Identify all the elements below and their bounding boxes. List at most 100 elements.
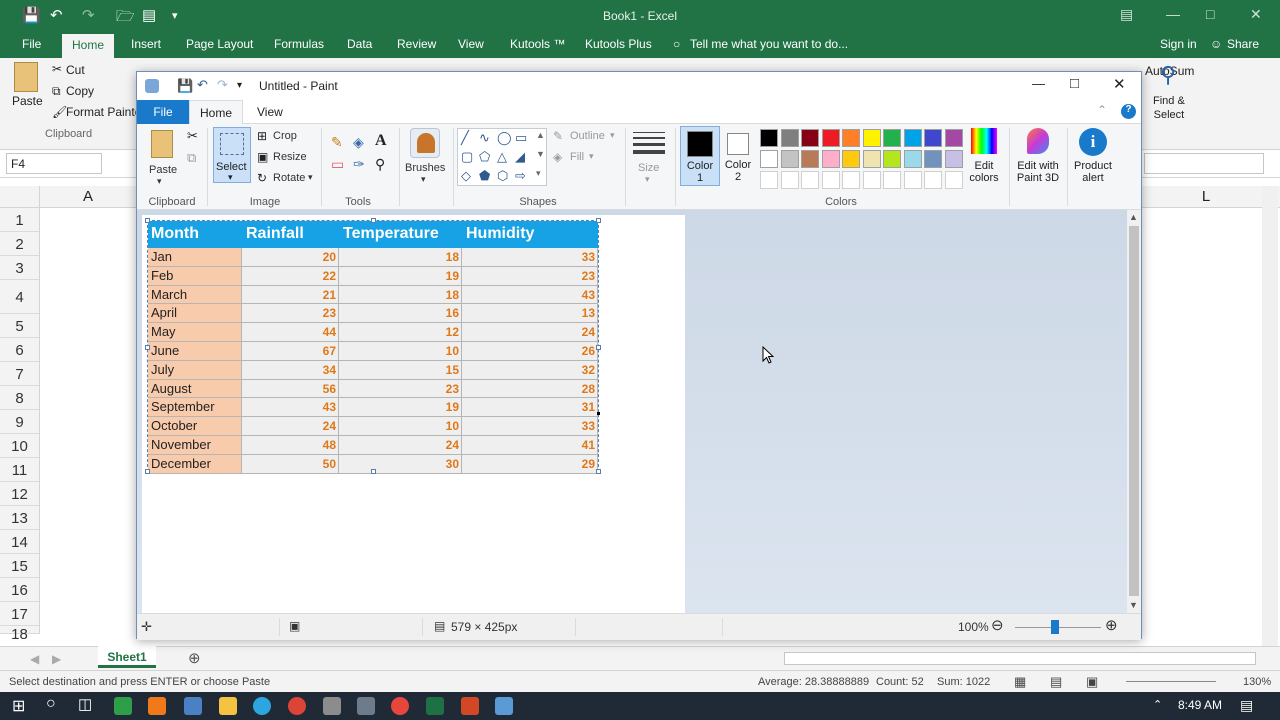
palette-swatch[interactable] bbox=[862, 150, 881, 168]
palette-swatch[interactable] bbox=[944, 129, 963, 147]
normal-view-icon[interactable]: ▦ bbox=[1014, 674, 1026, 690]
excel-taskbar-icon[interactable] bbox=[426, 697, 444, 715]
size-button[interactable]: Size bbox=[638, 162, 659, 174]
row-header[interactable]: 10 bbox=[0, 434, 40, 458]
row-header[interactable]: 9 bbox=[0, 410, 40, 434]
app-icon[interactable] bbox=[323, 697, 341, 715]
selection-handle[interactable] bbox=[596, 345, 601, 350]
chrome-icon[interactable] bbox=[288, 697, 306, 715]
custom-color-slot[interactable] bbox=[801, 171, 819, 189]
shapes-scroll-down-icon[interactable]: ▼ bbox=[536, 149, 545, 159]
custom-color-slot[interactable] bbox=[862, 171, 881, 189]
select-button[interactable]: Select ▾ bbox=[213, 127, 251, 183]
shapes-more-icon[interactable]: ▾ bbox=[536, 168, 541, 179]
scroll-up-icon[interactable]: ▲ bbox=[1129, 212, 1138, 222]
palette-swatch[interactable] bbox=[821, 150, 840, 168]
palette-swatch[interactable] bbox=[801, 129, 819, 147]
custom-color-slot[interactable] bbox=[883, 171, 901, 189]
fill-button[interactable]: Fill bbox=[570, 151, 584, 163]
custom-color-slot[interactable] bbox=[780, 171, 799, 189]
edit-colors-button[interactable]: Edit colors bbox=[963, 160, 1005, 184]
scroll-thumb[interactable] bbox=[1129, 226, 1139, 596]
row-header[interactable]: 5 bbox=[0, 314, 40, 338]
tray-chevron-icon[interactable]: ⌃ bbox=[1153, 698, 1162, 711]
tab-data[interactable]: Data bbox=[347, 37, 372, 51]
powerpoint-icon[interactable] bbox=[461, 697, 479, 715]
paint-undo-icon[interactable]: ↶ bbox=[197, 77, 208, 93]
edit-with-paint3d-button[interactable]: Edit with Paint 3D bbox=[1013, 160, 1063, 184]
tell-me-box[interactable]: Tell me what you want to do... bbox=[690, 37, 848, 51]
paint-taskbar-icon[interactable] bbox=[495, 697, 513, 715]
selection-handle[interactable] bbox=[145, 218, 150, 223]
palette-swatch[interactable] bbox=[760, 150, 778, 168]
palette-swatch[interactable] bbox=[780, 129, 799, 147]
shapes-scroll-up-icon[interactable]: ▲ bbox=[536, 130, 545, 140]
notepad-icon[interactable] bbox=[184, 697, 202, 715]
palette-swatch[interactable] bbox=[883, 129, 901, 147]
pasted-table-selection[interactable]: Month Rainfall Temperature Humidity Jan 2… bbox=[145, 218, 601, 474]
custom-color-slot[interactable] bbox=[924, 171, 942, 189]
row-header[interactable]: 8 bbox=[0, 386, 40, 410]
find-select-button[interactable]: Find & Select bbox=[1153, 94, 1185, 122]
chrome-2-icon[interactable] bbox=[391, 697, 409, 715]
palette-swatch[interactable] bbox=[883, 150, 901, 168]
eraser-icon[interactable]: ▭ bbox=[331, 156, 344, 173]
share-button[interactable]: Share bbox=[1227, 37, 1259, 51]
palette-swatch[interactable] bbox=[760, 129, 778, 147]
taskbar-time[interactable]: 8:49 AM bbox=[1178, 698, 1222, 712]
excel-zoom-level[interactable]: 130% bbox=[1243, 676, 1271, 688]
outline-button[interactable]: Outline bbox=[570, 130, 605, 142]
palette-swatch[interactable] bbox=[801, 150, 819, 168]
excel-zoom-slider[interactable] bbox=[1126, 681, 1216, 682]
row-header[interactable]: 7 bbox=[0, 362, 40, 386]
paint-maximize-icon[interactable]: □ bbox=[1070, 75, 1079, 92]
sheet-tab-sheet1[interactable]: Sheet1 bbox=[98, 646, 156, 668]
shapes-gallery[interactable]: ╱ ∿ ◯ ▭ ▢ ⬠ △ ◢ ◇ ⬟ ⬡ ⇨ ▲ ▼ ▾ bbox=[457, 128, 547, 186]
arrow-shape-icon[interactable]: ⇨ bbox=[515, 168, 526, 184]
row-header[interactable]: 1 bbox=[0, 208, 40, 232]
excel-paste-button[interactable]: Paste bbox=[12, 94, 43, 108]
pentagon-shape-icon[interactable]: ⬟ bbox=[479, 168, 490, 184]
prev-sheet-icon[interactable]: ◀ bbox=[30, 652, 39, 666]
column-header-l[interactable]: L bbox=[1142, 188, 1270, 205]
paint-close-icon[interactable]: ✕ bbox=[1113, 75, 1126, 93]
row-header[interactable]: 18 bbox=[0, 626, 40, 643]
horizontal-scrollbar[interactable] bbox=[784, 652, 1256, 665]
paint-qat-dropdown-icon[interactable]: ▾ bbox=[237, 80, 242, 91]
palette-swatch[interactable] bbox=[842, 129, 860, 147]
tab-insert[interactable]: Insert bbox=[131, 37, 161, 51]
paste-dropdown-icon[interactable]: ▾ bbox=[157, 176, 162, 187]
selection-handle[interactable] bbox=[596, 218, 601, 223]
custom-color-slot[interactable] bbox=[760, 171, 778, 189]
paint-tab-home[interactable]: Home bbox=[189, 100, 243, 125]
text-tool-icon[interactable]: A bbox=[375, 132, 387, 150]
palette-swatch[interactable] bbox=[903, 150, 922, 168]
color1-button[interactable]: Color 1 bbox=[680, 126, 720, 186]
polygon-shape-icon[interactable]: ⬠ bbox=[479, 149, 490, 165]
row-header[interactable]: 17 bbox=[0, 602, 40, 626]
tab-kutools[interactable]: Kutools ™ bbox=[510, 37, 565, 51]
triangle-shape-icon[interactable]: △ bbox=[497, 149, 507, 165]
row-header[interactable]: 15 bbox=[0, 554, 40, 578]
palette-swatch[interactable] bbox=[924, 150, 942, 168]
next-sheet-icon[interactable]: ▶ bbox=[52, 652, 61, 666]
tab-kutools-plus[interactable]: Kutools Plus bbox=[585, 37, 652, 51]
formula-input[interactable] bbox=[1144, 153, 1264, 174]
custom-color-slot[interactable] bbox=[944, 171, 963, 189]
crop-button[interactable]: Crop bbox=[273, 130, 297, 142]
paint-paste-button[interactable]: Paste bbox=[149, 164, 177, 176]
ribbon-display-icon[interactable]: ▤ bbox=[1120, 6, 1133, 23]
fill-dropdown-icon[interactable]: ▾ bbox=[589, 151, 594, 162]
paint-tab-file[interactable]: File bbox=[137, 100, 189, 124]
fill-bucket-icon[interactable]: ◈ bbox=[353, 134, 364, 151]
pencil-icon[interactable]: ✎ bbox=[331, 134, 343, 151]
oval-shape-icon[interactable]: ◯ bbox=[497, 130, 512, 146]
selection-handle[interactable] bbox=[596, 469, 601, 474]
file-explorer-icon[interactable] bbox=[219, 697, 237, 715]
tab-review[interactable]: Review bbox=[397, 37, 436, 51]
help-icon[interactable]: ? bbox=[1121, 104, 1136, 119]
copy-button[interactable]: Copy bbox=[66, 84, 94, 98]
row-header[interactable]: 12 bbox=[0, 482, 40, 506]
notification-icon[interactable]: ▤ bbox=[1240, 697, 1253, 714]
selection-handle[interactable] bbox=[371, 218, 376, 223]
